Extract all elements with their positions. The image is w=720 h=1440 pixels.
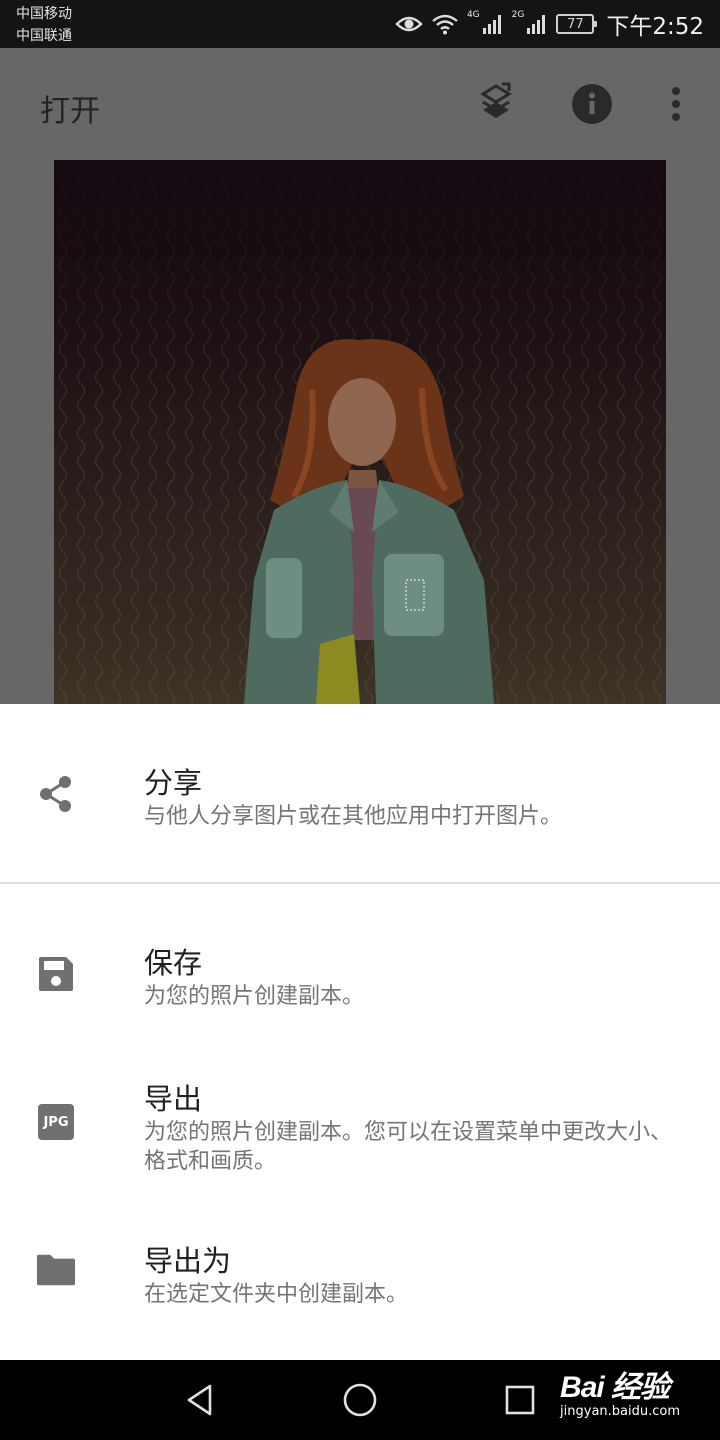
watermark-url: jingyan.baidu.com — [560, 1404, 680, 1419]
info-icon — [572, 84, 612, 124]
jpg-icon-label: JPG — [38, 1104, 74, 1140]
photo-preview — [54, 160, 666, 704]
layers-button[interactable] — [472, 80, 520, 128]
page-title[interactable]: 打开 — [40, 86, 100, 130]
home-icon — [343, 1383, 377, 1417]
export-as-option[interactable]: 导出为 在选定文件夹中创建副本。 — [0, 1216, 720, 1360]
more-vert-icon — [672, 87, 680, 121]
info-button[interactable] — [568, 80, 616, 128]
recents-icon — [505, 1385, 535, 1415]
status-bar: 中国移动 中国联通 4G 2G 77 下午2:52 — [0, 0, 720, 48]
share-icon — [36, 774, 76, 814]
back-icon — [187, 1384, 212, 1416]
home-button[interactable] — [336, 1376, 384, 1424]
carrier-2: 中国联通 — [16, 28, 72, 44]
share-description: 与他人分享图片或在其他应用中打开图片。 — [144, 804, 563, 829]
bottom-sheet: 分享 与他人分享图片或在其他应用中打开图片。 保存 为您的照片创建副本。 JPG… — [0, 704, 720, 1360]
share-title: 分享 — [144, 766, 203, 800]
watermark: Bai 经验 jingyan.baidu.com — [560, 1362, 680, 1419]
recents-button[interactable] — [496, 1376, 544, 1424]
signal-icon — [482, 15, 501, 34]
carrier-1: 中国移动 — [16, 6, 72, 22]
battery-icon: 77 — [556, 14, 598, 34]
export-as-title: 导出为 — [144, 1244, 232, 1278]
watermark-logo: Bai 经验 — [560, 1371, 670, 1404]
eye-icon — [395, 16, 423, 32]
share-option[interactable]: 分享 与他人分享图片或在其他应用中打开图片。 — [0, 704, 720, 882]
save-option[interactable]: 保存 为您的照片创建副本。 — [0, 884, 720, 1044]
save-description: 为您的照片创建副本。 — [144, 984, 365, 1009]
export-as-description: 在选定文件夹中创建副本。 — [144, 1282, 409, 1307]
network-1-label: 4G — [466, 10, 480, 20]
folder-icon — [36, 1250, 76, 1290]
export-description: 为您的照片创建副本。您可以在设置菜单中更改大小、格式和画质。 — [144, 1120, 673, 1174]
save-icon — [36, 954, 76, 994]
network-2-label: 2G — [511, 10, 525, 20]
clock: 下午2:52 — [606, 14, 704, 40]
more-button[interactable] — [652, 80, 700, 128]
signal-icon — [527, 15, 546, 34]
wifi-icon — [432, 14, 458, 35]
save-title: 保存 — [144, 946, 203, 980]
export-title: 导出 — [144, 1082, 203, 1116]
app-background: 打开 — [0, 48, 720, 704]
export-option[interactable]: JPG 导出 为您的照片创建副本。您可以在设置菜单中更改大小、格式和画质。 — [0, 1044, 720, 1216]
layers-icon — [480, 82, 512, 118]
jpg-icon: JPG — [36, 1102, 76, 1142]
back-button[interactable] — [176, 1376, 224, 1424]
battery-level: 77 — [567, 16, 584, 32]
